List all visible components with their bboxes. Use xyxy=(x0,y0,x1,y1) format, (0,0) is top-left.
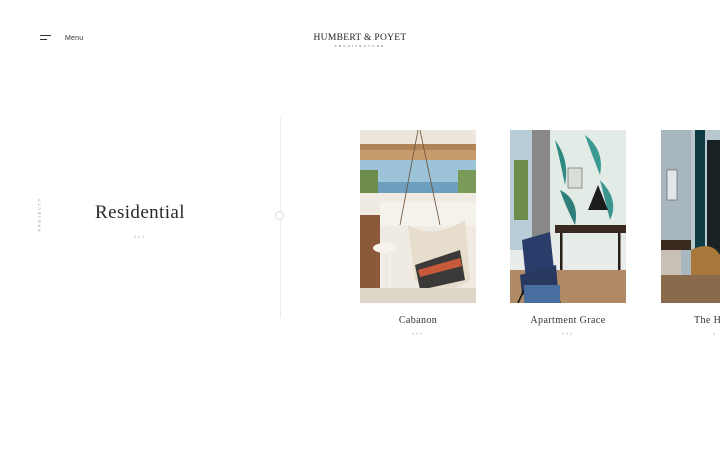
project-image-partial xyxy=(661,130,720,303)
project-number: 002 xyxy=(562,332,574,336)
project-title: Apartment Grace xyxy=(530,315,606,326)
project-image-cabanon xyxy=(360,130,476,303)
hamburger-icon xyxy=(40,34,52,42)
category-title: Residential xyxy=(95,202,185,223)
project-number: 001 xyxy=(412,332,424,336)
project-title: The H xyxy=(694,315,720,326)
logo-subtitle: ARCHITECTURE xyxy=(334,44,386,48)
menu-label: Menu xyxy=(65,34,84,42)
project-card-apartment-grace[interactable]: Apartment Grace 002 xyxy=(510,130,626,336)
project-card-cabanon[interactable]: Cabanon 001 xyxy=(360,130,476,336)
menu-button[interactable]: Menu xyxy=(40,34,83,42)
brand-logo[interactable]: HUMBERT & POYET ARCHITECTURE xyxy=(300,33,420,49)
projects-vertical-label: PROJECTS xyxy=(36,197,42,232)
project-title: Cabanon xyxy=(398,315,438,326)
category-number: 001 xyxy=(134,235,146,239)
project-number: 0 xyxy=(713,332,717,336)
scroll-handle[interactable] xyxy=(275,211,284,220)
project-card-partial[interactable]: The H 0 xyxy=(661,130,720,336)
project-image-apartment-grace xyxy=(510,130,626,303)
logo-name: HUMBERT & POYET xyxy=(313,33,407,43)
